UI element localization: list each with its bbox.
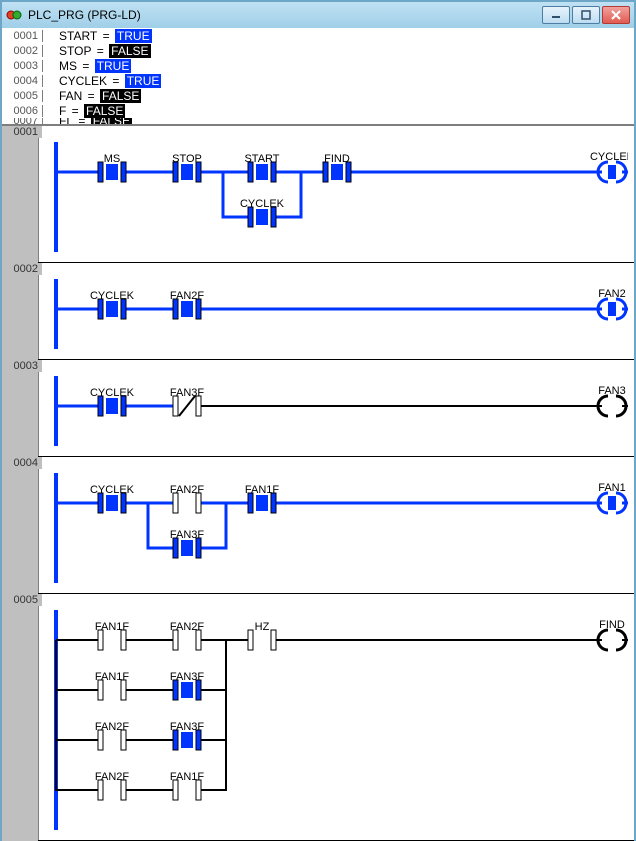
maximize-button[interactable] (572, 6, 600, 24)
window-title: PLC_PRG (PRG-LD) (28, 8, 141, 22)
var-row[interactable]: 0004CYCLEK = TRUE (2, 73, 634, 88)
contact-fan2f[interactable]: FAN2F (170, 621, 205, 650)
var-value-badge: TRUE (125, 74, 162, 88)
coil-fan1[interactable]: FAN1 (598, 482, 626, 513)
var-value-badge: TRUE (95, 59, 132, 73)
contact-find[interactable]: FIND (323, 153, 351, 182)
contact-fan2f[interactable]: FAN2F (95, 771, 130, 800)
coil-cyclek[interactable]: CYCLEK (590, 151, 628, 182)
contact-fan1f[interactable]: FAN1F (95, 671, 130, 700)
coil-fan2[interactable]: FAN2 (598, 288, 626, 319)
var-row[interactable]: 0002STOP = FALSE (2, 43, 634, 58)
contact-fan1f[interactable]: FAN1F (95, 621, 130, 650)
contact-stop[interactable]: STOP (172, 153, 202, 182)
rung-number: 0002 (2, 263, 42, 275)
rung-svg: CYCLEK FAN2F FAN2 (48, 279, 628, 349)
contact-cyclek[interactable]: CYCLEK (90, 484, 135, 513)
var-line-number: 0004 (2, 75, 43, 87)
rung-number: 0003 (2, 360, 42, 372)
titlebar[interactable]: PLC_PRG (PRG-LD) (2, 2, 634, 28)
var-text: CYCLEK = TRUE (43, 74, 161, 88)
rung-svg: FAN1F FAN2F HZ FAN1F FAN3F FAN2F FAN3F FAN2F FAN… (48, 610, 628, 830)
ladder-editor[interactable]: 0001 MS STOP START FIND CYCLEK CYCLEK 0002 CYCLE… (2, 126, 634, 841)
svg-text:CYCLEK: CYCLEK (90, 387, 135, 399)
rung-number-gutter (2, 126, 39, 841)
var-text: STOP = FALSE (43, 44, 151, 58)
var-line-number: 0005 (2, 90, 43, 102)
var-line-number: 0003 (2, 60, 43, 72)
close-button[interactable] (602, 6, 630, 24)
rung[interactable]: 0004CYCLEKFAN2FFAN1FFAN3FFAN1 (38, 457, 634, 594)
var-line-number: 0007 (2, 118, 43, 124)
coil-find[interactable]: FIND (598, 619, 626, 650)
contact-fan1f[interactable]: FAN1F (245, 484, 280, 513)
window-buttons (542, 6, 630, 24)
contact-ms[interactable]: MS (98, 153, 126, 182)
var-row[interactable]: 0003MS = TRUE (2, 58, 634, 73)
contact-fan3f[interactable]: FAN3F (170, 721, 205, 750)
rung[interactable]: 0005FAN1FFAN2FHZFAN1FFAN3FFAN2FFAN3FFAN2… (38, 594, 634, 841)
contact-fan2f[interactable]: FAN2F (170, 290, 205, 319)
rung-number: 0004 (2, 457, 42, 469)
var-line-number: 0006 (2, 105, 43, 117)
rung[interactable]: 0001MSSTOPSTARTFINDCYCLEKCYCLEK (38, 126, 634, 263)
contact-fan3f[interactable]: FAN3F (170, 529, 205, 558)
contact-cyclek[interactable]: CYCLEK (90, 387, 135, 416)
app-logo-icon (6, 7, 22, 23)
svg-text:CYCLEK: CYCLEK (90, 484, 135, 496)
var-row[interactable]: 0001START = TRUE (2, 28, 634, 43)
svg-text:FAN2: FAN2 (598, 288, 626, 300)
contact-cyclek[interactable]: CYCLEK (90, 290, 135, 319)
rung-svg: MS STOP START FIND CYCLEK CYCLEK (48, 142, 628, 252)
contact-cyclek[interactable]: CYCLEK (240, 198, 285, 227)
app-window: PLC_PRG (PRG-LD) 0001START = TRUE0002STO… (0, 0, 636, 841)
contact-fan2f[interactable]: FAN2F (95, 721, 130, 750)
svg-text:FAN1: FAN1 (598, 482, 626, 494)
svg-text:MS: MS (104, 153, 121, 165)
svg-text:CYCLEK: CYCLEK (90, 290, 135, 302)
rung-number: 0001 (2, 126, 42, 138)
var-line-number: 0001 (2, 30, 43, 42)
var-value-badge: FALSE (91, 118, 132, 124)
rung[interactable]: 0002CYCLEKFAN2FFAN2 (38, 263, 634, 360)
contact-fan3f[interactable]: FAN3F (170, 387, 205, 416)
contact-fan1f[interactable]: FAN1F (170, 771, 205, 800)
svg-text:CYCLEK: CYCLEK (240, 198, 285, 210)
contact-fan3f[interactable]: FAN3F (170, 671, 205, 700)
svg-text:FAN3: FAN3 (598, 385, 626, 397)
var-value-badge: FALSE (100, 89, 141, 103)
var-row[interactable]: 0006F = FALSE (2, 103, 634, 118)
var-text: FAN = FALSE (43, 89, 141, 103)
var-text: F = FALSE (43, 104, 125, 118)
svg-text:HZ: HZ (255, 621, 270, 633)
var-text: START = TRUE (43, 29, 152, 43)
var-text: MS = TRUE (43, 59, 131, 73)
variable-declaration-pane[interactable]: 0001START = TRUE0002STOP = FALSE0003MS =… (2, 28, 634, 126)
var-line-number: 0002 (2, 45, 43, 57)
minimize-button[interactable] (542, 6, 570, 24)
contact-fan2f[interactable]: FAN2F (170, 484, 205, 513)
rung[interactable]: 0003CYCLEKFAN3FFAN3 (38, 360, 634, 457)
var-row[interactable]: 0005FAN = FALSE (2, 88, 634, 103)
rung-svg: CYCLEK FAN2F FAN1F FAN3F FAN1 (48, 473, 628, 583)
rung-svg: CYCLEK FAN3F FAN3 (48, 376, 628, 446)
var-row[interactable]: 0007FL = FALSE (2, 118, 634, 124)
var-text: FL = FALSE (43, 118, 132, 124)
contact-hz[interactable]: HZ (248, 621, 276, 650)
rung-number: 0005 (2, 594, 42, 606)
coil-fan3[interactable]: FAN3 (598, 385, 626, 416)
svg-text:FIND: FIND (599, 619, 625, 631)
contact-start[interactable]: START (244, 153, 279, 182)
svg-text:CYCLEK: CYCLEK (590, 151, 628, 163)
var-value-badge: FALSE (84, 104, 125, 118)
var-value-badge: FALSE (109, 44, 150, 58)
var-value-badge: TRUE (115, 29, 152, 43)
